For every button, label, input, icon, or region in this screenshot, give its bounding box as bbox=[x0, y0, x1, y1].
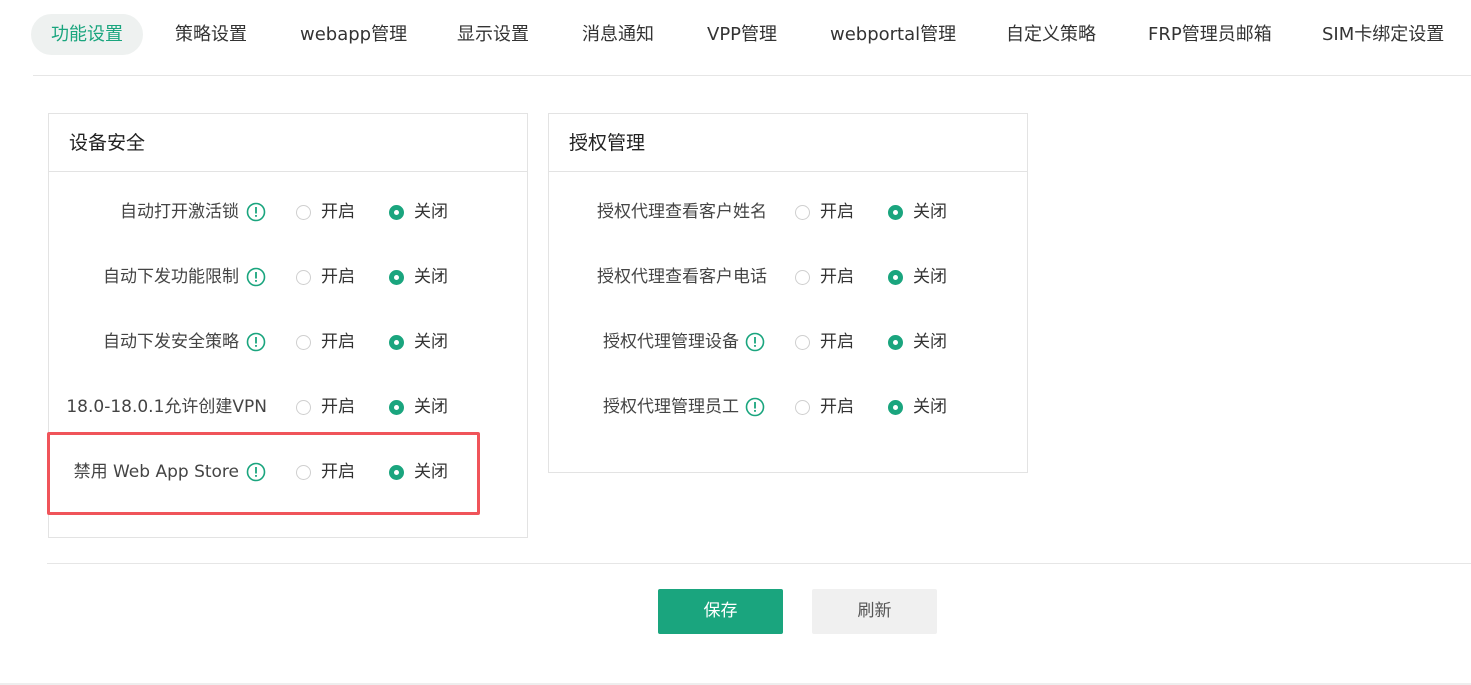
radio-circle-icon bbox=[296, 205, 311, 220]
setting-row-agent-view-customer-name: 授权代理查看客户姓名 开启 关闭 bbox=[549, 197, 1027, 227]
setting-row-allow-vpn: 18.0-18.0.1允许创建VPN 开启 关闭 bbox=[49, 392, 527, 422]
radio-circle-icon bbox=[795, 270, 810, 285]
tab-feature-settings[interactable]: 功能设置 bbox=[31, 14, 143, 55]
footer-divider bbox=[47, 563, 1471, 564]
tab-message-notifications[interactable]: 消息通知 bbox=[582, 14, 654, 55]
panel-title: 设备安全 bbox=[49, 114, 527, 172]
tab-webportal-management[interactable]: webportal管理 bbox=[830, 14, 956, 55]
setting-label: 授权代理查看客户姓名 bbox=[597, 202, 767, 222]
radio-checked-icon bbox=[389, 400, 404, 415]
info-circle-icon[interactable] bbox=[745, 397, 765, 417]
setting-label: 授权代理查看客户电话 bbox=[597, 267, 767, 287]
radio-circle-icon bbox=[296, 335, 311, 350]
panel-title: 授权管理 bbox=[549, 114, 1027, 172]
setting-row-auto-activation-lock: 自动打开激活锁 开启 关闭 bbox=[49, 197, 527, 227]
tab-policy-settings[interactable]: 策略设置 bbox=[175, 14, 247, 55]
tab-vpp-management[interactable]: VPP管理 bbox=[707, 14, 777, 55]
info-circle-icon[interactable] bbox=[745, 332, 765, 352]
tab-bar: 功能设置 策略设置 webapp管理 显示设置 消息通知 VPP管理 webpo… bbox=[0, 0, 1471, 76]
setting-label: 自动下发功能限制 bbox=[103, 267, 239, 287]
radio-checked-icon bbox=[389, 335, 404, 350]
radio-checked-icon bbox=[888, 400, 903, 415]
radio-circle-icon bbox=[795, 205, 810, 220]
tab-bar-divider bbox=[33, 75, 1471, 76]
radio-checked-icon bbox=[888, 270, 903, 285]
tab-webapp-management[interactable]: webapp管理 bbox=[300, 14, 407, 55]
radio-circle-icon bbox=[296, 270, 311, 285]
tab-custom-policy[interactable]: 自定义策略 bbox=[1006, 14, 1096, 55]
setting-row-auto-feature-restriction: 自动下发功能限制 开启 关闭 bbox=[49, 262, 527, 292]
setting-label: 自动下发安全策略 bbox=[103, 332, 239, 352]
radio-circle-icon bbox=[795, 335, 810, 350]
radio-checked-icon bbox=[888, 335, 903, 350]
radio-circle-icon bbox=[795, 400, 810, 415]
radio-checked-icon bbox=[888, 205, 903, 220]
save-button[interactable]: 保存 bbox=[658, 589, 783, 634]
setting-label: 18.0-18.0.1允许创建VPN bbox=[66, 397, 267, 417]
info-circle-icon[interactable] bbox=[246, 267, 266, 287]
setting-label: 授权代理管理员工 bbox=[603, 397, 739, 417]
radio-circle-icon bbox=[296, 400, 311, 415]
tab-frp-admin-email[interactable]: FRP管理员邮箱 bbox=[1148, 14, 1272, 55]
tab-sim-binding-settings[interactable]: SIM卡绑定设置 bbox=[1322, 14, 1444, 55]
setting-row-auto-security-policy: 自动下发安全策略 开启 关闭 bbox=[49, 327, 527, 357]
info-circle-icon[interactable] bbox=[246, 332, 266, 352]
tab-display-settings[interactable]: 显示设置 bbox=[457, 14, 529, 55]
setting-label: 自动打开激活锁 bbox=[120, 202, 239, 222]
radio-checked-icon bbox=[389, 205, 404, 220]
refresh-button[interactable]: 刷新 bbox=[812, 589, 937, 634]
info-circle-icon[interactable] bbox=[246, 202, 266, 222]
setting-label: 授权代理管理设备 bbox=[603, 332, 739, 352]
auth-management-panel: 授权管理 授权代理查看客户姓名 开启 关闭 授权代理查看客户电话 开启 关闭 授… bbox=[548, 113, 1028, 473]
setting-row-agent-manage-devices: 授权代理管理设备 开启 关闭 bbox=[549, 327, 1027, 357]
radio-checked-icon bbox=[389, 270, 404, 285]
setting-row-agent-manage-staff: 授权代理管理员工 开启 关闭 bbox=[549, 392, 1027, 422]
setting-row-agent-view-customer-phone: 授权代理查看客户电话 开启 关闭 bbox=[549, 262, 1027, 292]
highlight-box bbox=[47, 432, 480, 515]
